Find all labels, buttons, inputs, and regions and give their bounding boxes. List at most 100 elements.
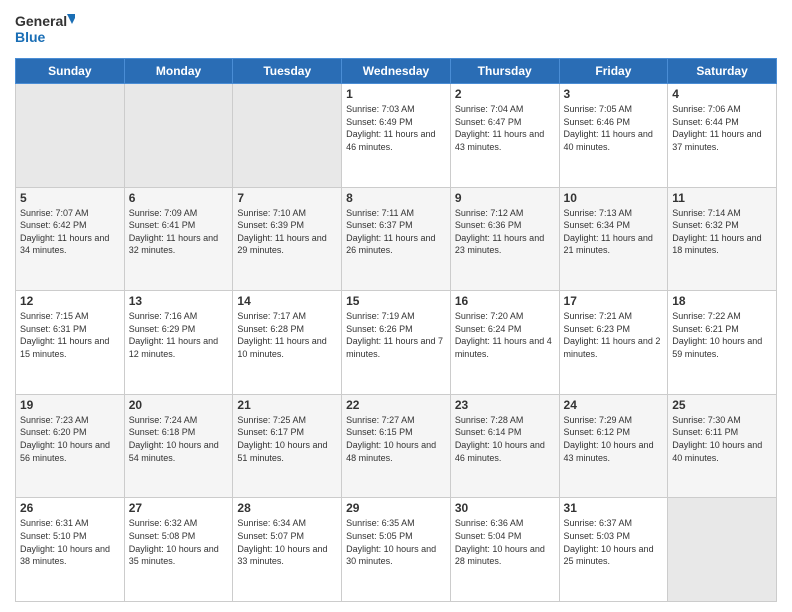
day-number: 21 [237, 398, 337, 412]
calendar-cell: 3 Sunrise: 7:05 AMSunset: 6:46 PMDaylight… [559, 84, 668, 188]
calendar-week-5: 26Sunrise: 6:31 AMSunset: 5:10 PMDayligh… [16, 498, 777, 602]
calendar-week-1: 1 Sunrise: 7:03 AMSunset: 6:49 PMDaylight… [16, 84, 777, 188]
calendar-cell: 7Sunrise: 7:10 AMSunset: 6:39 PMDaylight… [233, 187, 342, 291]
day-number: 22 [346, 398, 446, 412]
calendar-cell: 13 Sunrise: 7:16 AMSunset: 6:29 PMDayligh… [124, 291, 233, 395]
svg-text:General: General [15, 13, 67, 29]
cell-content: Sunrise: 6:31 AMSunset: 5:10 PMDaylight:… [20, 517, 120, 567]
calendar-header-row: SundayMondayTuesdayWednesdayThursdayFrid… [16, 59, 777, 84]
calendar-cell: 25 Sunrise: 7:30 AMSunset: 6:11 PMDayligh… [668, 394, 777, 498]
day-number: 15 [346, 294, 446, 308]
calendar-cell: 18 Sunrise: 7:22 AMSunset: 6:21 PMDayligh… [668, 291, 777, 395]
cell-content: Sunrise: 7:04 AMSunset: 6:47 PMDaylight:… [455, 103, 555, 153]
day-number: 14 [237, 294, 337, 308]
cell-content: Sunrise: 7:07 AMSunset: 6:42 PMDaylight:… [20, 207, 120, 257]
calendar-cell: 8 Sunrise: 7:11 AMSunset: 6:37 PMDaylight… [342, 187, 451, 291]
cell-content: Sunrise: 7:24 AMSunset: 6:18 PMDaylight:… [129, 414, 229, 464]
calendar-cell: 31 Sunrise: 6:37 AMSunset: 5:03 PMDayligh… [559, 498, 668, 602]
cell-content: Sunrise: 7:03 AMSunset: 6:49 PMDaylight:… [346, 103, 446, 153]
cell-content: Sunrise: 7:14 AMSunset: 6:32 PMDaylight:… [672, 207, 772, 257]
calendar-cell: 23 Sunrise: 7:28 AMSunset: 6:14 PMDayligh… [450, 394, 559, 498]
day-number: 13 [129, 294, 229, 308]
calendar-week-4: 19 Sunrise: 7:23 AMSunset: 6:20 PMDayligh… [16, 394, 777, 498]
header: General Blue [15, 10, 777, 50]
day-number: 29 [346, 501, 446, 515]
day-header-sunday: Sunday [16, 59, 125, 84]
day-number: 19 [20, 398, 120, 412]
calendar-cell: 29 Sunrise: 6:35 AMSunset: 5:05 PMDayligh… [342, 498, 451, 602]
day-number: 1 [346, 87, 446, 101]
calendar-cell: 4Sunrise: 7:06 AMSunset: 6:44 PMDaylight… [668, 84, 777, 188]
cell-content: Sunrise: 7:12 AMSunset: 6:36 PMDaylight:… [455, 207, 555, 257]
day-number: 31 [564, 501, 664, 515]
cell-content: Sunrise: 7:11 AMSunset: 6:37 PMDaylight:… [346, 207, 446, 257]
day-number: 24 [564, 398, 664, 412]
cell-content: Sunrise: 7:22 AMSunset: 6:21 PMDaylight:… [672, 310, 772, 360]
cell-content: Sunrise: 6:35 AMSunset: 5:05 PMDaylight:… [346, 517, 446, 567]
day-number: 30 [455, 501, 555, 515]
calendar-cell: 12 Sunrise: 7:15 AMSunset: 6:31 PMDayligh… [16, 291, 125, 395]
calendar-cell: 21 Sunrise: 7:25 AMSunset: 6:17 PMDayligh… [233, 394, 342, 498]
day-header-tuesday: Tuesday [233, 59, 342, 84]
cell-content: Sunrise: 7:27 AMSunset: 6:15 PMDaylight:… [346, 414, 446, 464]
day-header-friday: Friday [559, 59, 668, 84]
day-number: 6 [129, 191, 229, 205]
calendar-cell: 6 Sunrise: 7:09 AMSunset: 6:41 PMDaylight… [124, 187, 233, 291]
page: General Blue SundayMondayTuesdayWednesda… [0, 0, 792, 612]
day-number: 16 [455, 294, 555, 308]
logo-svg: General Blue [15, 10, 75, 50]
cell-content: Sunrise: 7:16 AMSunset: 6:29 PMDaylight:… [129, 310, 229, 360]
calendar-cell: 20 Sunrise: 7:24 AMSunset: 6:18 PMDayligh… [124, 394, 233, 498]
calendar-cell: 19 Sunrise: 7:23 AMSunset: 6:20 PMDayligh… [16, 394, 125, 498]
calendar-cell: 10Sunrise: 7:13 AMSunset: 6:34 PMDayligh… [559, 187, 668, 291]
cell-content: Sunrise: 7:17 AMSunset: 6:28 PMDaylight:… [237, 310, 337, 360]
calendar-cell: 9 Sunrise: 7:12 AMSunset: 6:36 PMDaylight… [450, 187, 559, 291]
day-number: 20 [129, 398, 229, 412]
cell-content: Sunrise: 7:21 AMSunset: 6:23 PMDaylight:… [564, 310, 664, 360]
cell-content: Sunrise: 6:34 AMSunset: 5:07 PMDaylight:… [237, 517, 337, 567]
calendar-cell [124, 84, 233, 188]
day-number: 8 [346, 191, 446, 205]
calendar-cell: 2 Sunrise: 7:04 AMSunset: 6:47 PMDaylight… [450, 84, 559, 188]
day-number: 7 [237, 191, 337, 205]
day-number: 23 [455, 398, 555, 412]
day-number: 5 [20, 191, 120, 205]
cell-content: Sunrise: 7:28 AMSunset: 6:14 PMDaylight:… [455, 414, 555, 464]
day-number: 2 [455, 87, 555, 101]
calendar-week-3: 12 Sunrise: 7:15 AMSunset: 6:31 PMDayligh… [16, 291, 777, 395]
calendar-cell: 14 Sunrise: 7:17 AMSunset: 6:28 PMDayligh… [233, 291, 342, 395]
calendar-cell: 22 Sunrise: 7:27 AMSunset: 6:15 PMDayligh… [342, 394, 451, 498]
svg-text:Blue: Blue [15, 29, 46, 45]
day-header-thursday: Thursday [450, 59, 559, 84]
cell-content: Sunrise: 7:09 AMSunset: 6:41 PMDaylight:… [129, 207, 229, 257]
calendar-cell: 30Sunrise: 6:36 AMSunset: 5:04 PMDayligh… [450, 498, 559, 602]
day-number: 3 [564, 87, 664, 101]
day-number: 9 [455, 191, 555, 205]
day-number: 11 [672, 191, 772, 205]
cell-content: Sunrise: 7:29 AMSunset: 6:12 PMDaylight:… [564, 414, 664, 464]
cell-content: Sunrise: 7:13 AMSunset: 6:34 PMDaylight:… [564, 207, 664, 257]
calendar-cell: 28 Sunrise: 6:34 AMSunset: 5:07 PMDayligh… [233, 498, 342, 602]
calendar-cell [16, 84, 125, 188]
cell-content: Sunrise: 7:19 AMSunset: 6:26 PMDaylight:… [346, 310, 446, 360]
cell-content: Sunrise: 7:23 AMSunset: 6:20 PMDaylight:… [20, 414, 120, 464]
cell-content: Sunrise: 7:30 AMSunset: 6:11 PMDaylight:… [672, 414, 772, 464]
day-header-saturday: Saturday [668, 59, 777, 84]
day-number: 12 [20, 294, 120, 308]
day-number: 18 [672, 294, 772, 308]
day-number: 25 [672, 398, 772, 412]
day-number: 27 [129, 501, 229, 515]
day-number: 28 [237, 501, 337, 515]
calendar-table: SundayMondayTuesdayWednesdayThursdayFrid… [15, 58, 777, 602]
cell-content: Sunrise: 6:32 AMSunset: 5:08 PMDaylight:… [129, 517, 229, 567]
cell-content: Sunrise: 7:05 AMSunset: 6:46 PMDaylight:… [564, 103, 664, 153]
cell-content: Sunrise: 6:37 AMSunset: 5:03 PMDaylight:… [564, 517, 664, 567]
calendar-cell: 15 Sunrise: 7:19 AMSunset: 6:26 PMDayligh… [342, 291, 451, 395]
calendar-cell: 26Sunrise: 6:31 AMSunset: 5:10 PMDayligh… [16, 498, 125, 602]
calendar-cell: 24 Sunrise: 7:29 AMSunset: 6:12 PMDayligh… [559, 394, 668, 498]
calendar-cell: 16Sunrise: 7:20 AMSunset: 6:24 PMDayligh… [450, 291, 559, 395]
cell-content: Sunrise: 7:25 AMSunset: 6:17 PMDaylight:… [237, 414, 337, 464]
calendar-cell: 5 Sunrise: 7:07 AMSunset: 6:42 PMDaylight… [16, 187, 125, 291]
calendar-week-2: 5 Sunrise: 7:07 AMSunset: 6:42 PMDaylight… [16, 187, 777, 291]
cell-content: Sunrise: 7:15 AMSunset: 6:31 PMDaylight:… [20, 310, 120, 360]
